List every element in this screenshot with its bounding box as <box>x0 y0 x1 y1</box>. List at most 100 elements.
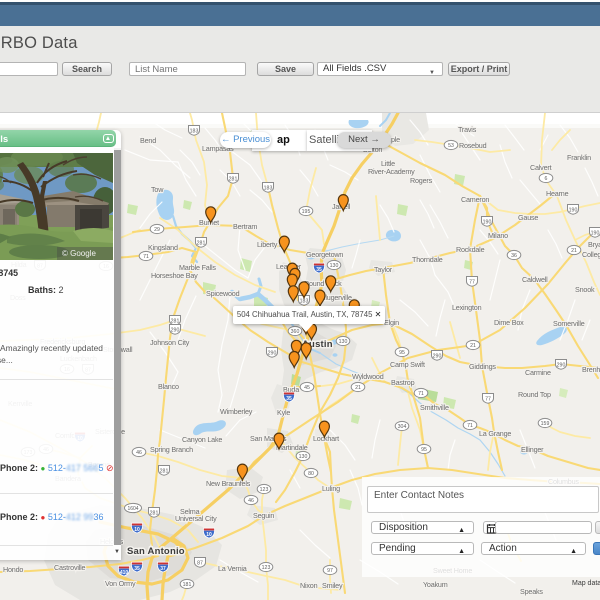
svg-text:La Vernia: La Vernia <box>218 564 247 573</box>
svg-text:21: 21 <box>571 248 577 254</box>
svg-text:Von Ormy: Von Ormy <box>105 579 136 588</box>
svg-text:95: 95 <box>421 447 427 453</box>
svg-text:97: 97 <box>327 568 333 574</box>
svg-text:290: 290 <box>171 327 180 333</box>
svg-text:Spring Branch: Spring Branch <box>150 445 193 454</box>
svg-text:Dime Box: Dime Box <box>494 318 524 327</box>
svg-text:Johnson City: Johnson City <box>150 338 190 347</box>
svg-text:46: 46 <box>248 498 254 504</box>
svg-text:87: 87 <box>197 560 203 566</box>
svg-text:Tow: Tow <box>151 185 164 194</box>
svg-text:Rosebud: Rosebud <box>459 141 487 150</box>
svg-text:190: 190 <box>569 207 578 213</box>
svg-text:290: 290 <box>557 362 566 368</box>
svg-text:College Station: College Station <box>582 250 600 259</box>
svg-text:Kyle: Kyle <box>277 408 290 417</box>
svg-text:River-Academy: River-Academy <box>368 167 415 176</box>
svg-text:Snook: Snook <box>575 285 595 294</box>
svg-text:Nixon: Nixon <box>300 581 318 590</box>
svg-text:Hondo: Hondo <box>3 565 23 574</box>
svg-text:Elgin: Elgin <box>384 318 399 327</box>
svg-text:Rockdale: Rockdale <box>456 245 485 254</box>
svg-text:36: 36 <box>511 253 517 259</box>
svg-text:Universal City: Universal City <box>175 514 217 523</box>
svg-text:80: 80 <box>308 471 314 477</box>
svg-text:Bertram: Bertram <box>233 222 257 231</box>
svg-text:183: 183 <box>190 128 199 134</box>
svg-text:Thorndale: Thorndale <box>412 255 443 264</box>
svg-text:Caldwell: Caldwell <box>522 275 548 284</box>
svg-text:Wyldwood: Wyldwood <box>352 372 384 381</box>
svg-text:304: 304 <box>398 424 407 430</box>
svg-text:Lexington: Lexington <box>452 303 482 312</box>
svg-text:190: 190 <box>591 230 600 236</box>
svg-text:35: 35 <box>286 396 292 402</box>
svg-text:Spicewood: Spicewood <box>206 289 240 298</box>
svg-text:Wimberley: Wimberley <box>220 407 253 416</box>
svg-text:Calvert: Calvert <box>530 163 552 172</box>
svg-text:71: 71 <box>418 391 424 397</box>
svg-text:Lockhart: Lockhart <box>313 434 339 443</box>
svg-text:© Google: © Google <box>62 249 96 258</box>
svg-text:71: 71 <box>143 254 149 260</box>
svg-text:45: 45 <box>304 385 310 391</box>
svg-text:35: 35 <box>134 566 140 572</box>
svg-text:21: 21 <box>355 385 361 391</box>
svg-text:Seguin: Seguin <box>253 511 274 520</box>
svg-text:Milano: Milano <box>488 231 508 240</box>
svg-text:281: 281 <box>171 318 180 324</box>
svg-text:281: 281 <box>160 468 169 474</box>
svg-text:Travis: Travis <box>458 125 477 134</box>
svg-text:130: 130 <box>339 339 348 345</box>
svg-text:183: 183 <box>264 185 273 191</box>
svg-text:123: 123 <box>262 565 271 571</box>
svg-text:La Grange: La Grange <box>479 429 511 438</box>
svg-text:159: 159 <box>541 421 550 427</box>
svg-text:Somerville: Somerville <box>553 319 585 328</box>
svg-text:77: 77 <box>469 279 475 285</box>
svg-text:10: 10 <box>134 527 140 533</box>
svg-text:Smithville: Smithville <box>420 403 449 412</box>
svg-text:Bryan: Bryan <box>588 240 600 249</box>
svg-text:6: 6 <box>545 176 548 182</box>
svg-text:Franklin: Franklin <box>567 153 591 162</box>
svg-text:46: 46 <box>136 450 142 456</box>
svg-text:Castroville: Castroville <box>54 563 86 572</box>
svg-text:123: 123 <box>260 487 269 493</box>
svg-text:37: 37 <box>160 566 166 572</box>
svg-text:Round Rock: Round Rock <box>304 279 342 288</box>
svg-text:181: 181 <box>183 582 192 588</box>
svg-text:Brenham: Brenham <box>582 365 600 374</box>
svg-text:Ellinger: Ellinger <box>521 445 544 454</box>
svg-text:Giddings: Giddings <box>469 362 496 371</box>
svg-text:Taylor: Taylor <box>374 265 393 274</box>
svg-text:Bastrop: Bastrop <box>391 378 415 387</box>
svg-text:21: 21 <box>470 343 476 349</box>
svg-text:Hearne: Hearne <box>546 189 569 198</box>
svg-text:Cameron: Cameron <box>461 195 489 204</box>
svg-text:Bend: Bend <box>140 136 156 145</box>
svg-text:Rogers: Rogers <box>410 176 433 185</box>
svg-text:195: 195 <box>302 209 311 215</box>
svg-text:Canyon Lake: Canyon Lake <box>182 435 222 444</box>
svg-text:Georgetown: Georgetown <box>306 250 343 259</box>
svg-text:San Antonio: San Antonio <box>127 546 185 557</box>
svg-text:281: 281 <box>150 510 159 516</box>
svg-text:New Braunfels: New Braunfels <box>206 479 251 488</box>
svg-text:Yoakum: Yoakum <box>423 580 448 589</box>
svg-text:35: 35 <box>316 267 322 273</box>
svg-text:71: 71 <box>467 423 473 429</box>
svg-text:95: 95 <box>399 350 405 356</box>
svg-text:130: 130 <box>330 263 339 269</box>
svg-text:130: 130 <box>299 454 308 460</box>
svg-text:53: 53 <box>448 143 454 149</box>
svg-text:410: 410 <box>120 570 129 576</box>
svg-text:Kingsland: Kingsland <box>148 243 178 252</box>
svg-text:1604: 1604 <box>127 506 138 512</box>
svg-text:290: 290 <box>433 353 442 359</box>
svg-text:Camp Swift: Camp Swift <box>390 360 425 369</box>
svg-text:Blanco: Blanco <box>158 382 179 391</box>
svg-text:77: 77 <box>485 396 491 402</box>
svg-text:10: 10 <box>206 532 212 538</box>
svg-text:Round Top: Round Top <box>518 390 551 399</box>
